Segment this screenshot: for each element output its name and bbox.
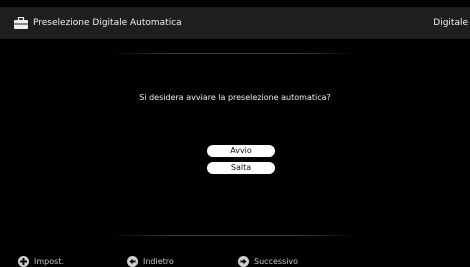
screen: Preselezione Digitale Automatica Digital… xyxy=(0,0,470,267)
top-divider xyxy=(110,53,360,54)
bottom-divider xyxy=(110,235,360,236)
toolbox-icon xyxy=(14,17,28,29)
skip-button[interactable]: Salta xyxy=(207,162,275,174)
footer-setup-label: Impost. xyxy=(34,256,64,266)
footer-next-hint[interactable]: Successivo xyxy=(238,255,298,267)
page-title: Preselezione Digitale Automatica xyxy=(33,18,182,28)
mode-label: Digitale xyxy=(433,18,468,28)
start-button[interactable]: Avvio xyxy=(207,145,275,157)
footer-setup-hint[interactable]: Impost. xyxy=(18,255,64,267)
title-bar: Preselezione Digitale Automatica Digital… xyxy=(0,7,470,39)
footer-back-hint[interactable]: Indietro xyxy=(127,255,174,267)
prompt-question: Si desidera avviare la preselezione auto… xyxy=(139,93,331,102)
arrow-left-circle-icon xyxy=(127,255,138,267)
footer-next-label: Successivo xyxy=(254,256,299,266)
arrow-right-circle-icon xyxy=(238,255,249,267)
plus-circle-icon xyxy=(18,255,29,267)
footer-back-label: Indietro xyxy=(143,256,174,266)
